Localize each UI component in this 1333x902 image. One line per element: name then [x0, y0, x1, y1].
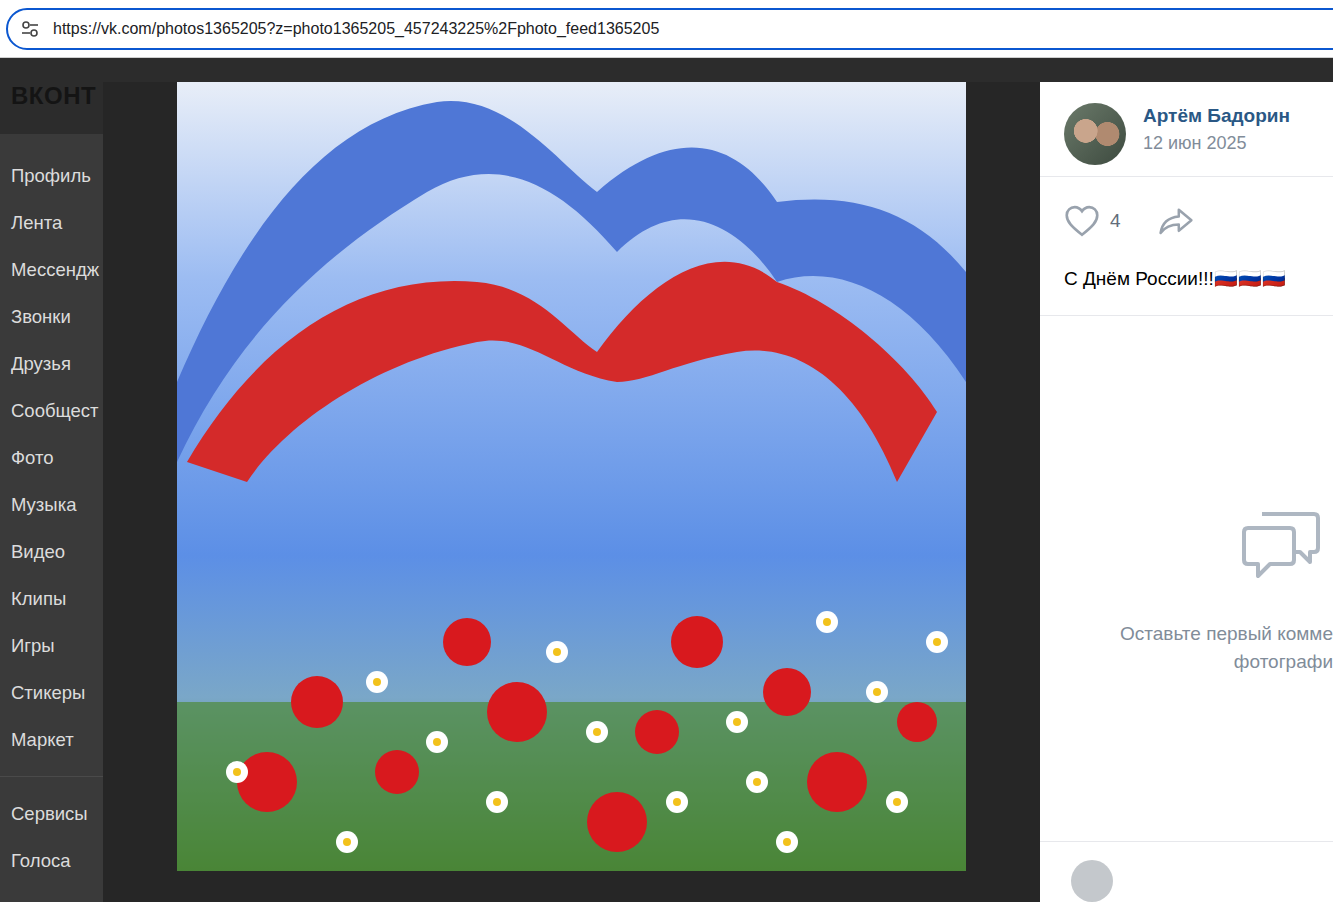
screen: https://vk.com/photos1365205?z=photo1365…	[0, 0, 1333, 902]
photo[interactable]	[177, 82, 966, 871]
share-icon[interactable]	[1157, 207, 1195, 235]
like-button[interactable]: 4	[1064, 205, 1121, 237]
url-text[interactable]: https://vk.com/photos1365205?z=photo1365…	[53, 20, 659, 38]
post-date[interactable]: 12 июн 2025	[1143, 133, 1290, 154]
author-avatar[interactable]	[1064, 103, 1126, 165]
empty-comments-text: Оставьте первый комме	[1120, 620, 1333, 648]
photo-area	[103, 82, 1040, 902]
sidebar-separator	[0, 776, 103, 777]
photo-viewer: Артём Бадорин 12 июн 2025 4 С Днём Росси…	[103, 82, 1333, 902]
site-settings-icon[interactable]	[21, 21, 39, 37]
photo-info-panel: Артём Бадорин 12 июн 2025 4 С Днём Росси…	[1040, 82, 1333, 902]
heart-icon[interactable]	[1064, 205, 1100, 237]
logo[interactable]: ВКОНТ	[11, 82, 96, 110]
comments-icon	[1240, 506, 1322, 582]
empty-comments-text: фотографи	[1234, 648, 1333, 676]
like-count: 4	[1110, 210, 1121, 232]
address-bar[interactable]: https://vk.com/photos1365205?z=photo1365…	[6, 8, 1333, 50]
actions-row: 4	[1040, 177, 1333, 251]
author-header: Артём Бадорин 12 июн 2025	[1040, 82, 1333, 177]
browser-toolbar: https://vk.com/photos1365205?z=photo1365…	[0, 0, 1333, 58]
comments-empty: Оставьте первый коммефотографи	[1040, 316, 1333, 841]
photo-caption: С Днём России!!!🇷🇺🇷🇺🇷🇺	[1040, 251, 1333, 316]
user-avatar	[1071, 860, 1113, 902]
author-name[interactable]: Артём Бадорин	[1143, 105, 1290, 127]
comment-input-row	[1040, 841, 1333, 902]
